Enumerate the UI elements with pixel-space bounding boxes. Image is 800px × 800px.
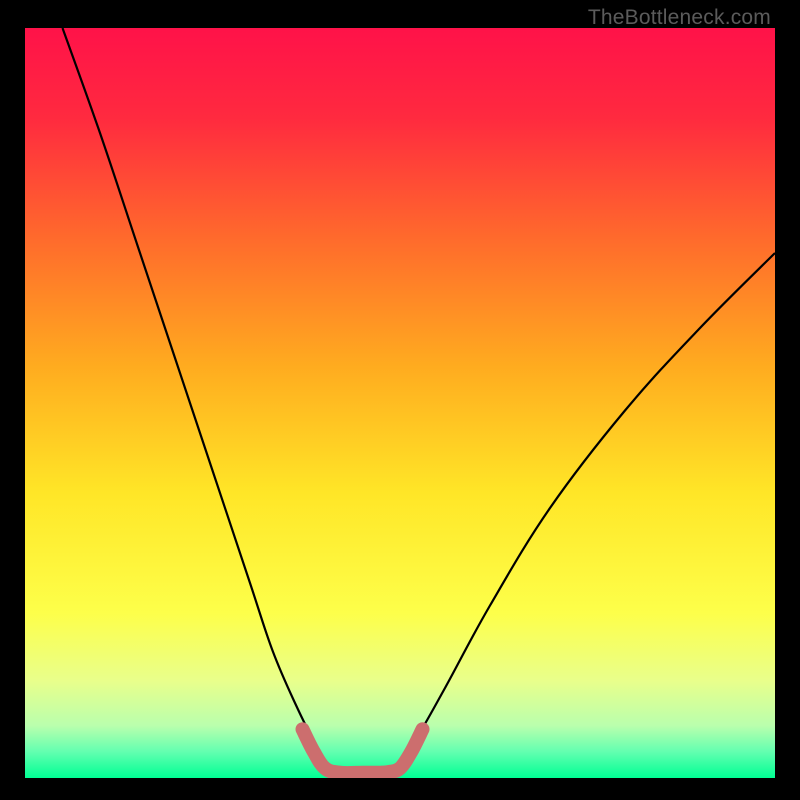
series-trough-highlight: [303, 729, 423, 773]
chart-svg: [25, 28, 775, 778]
series-right-curve: [393, 253, 776, 771]
series-left-curve: [63, 28, 333, 771]
plot-area: [25, 28, 775, 778]
watermark-text: TheBottleneck.com: [588, 6, 771, 30]
frame: TheBottleneck.com: [0, 0, 800, 800]
